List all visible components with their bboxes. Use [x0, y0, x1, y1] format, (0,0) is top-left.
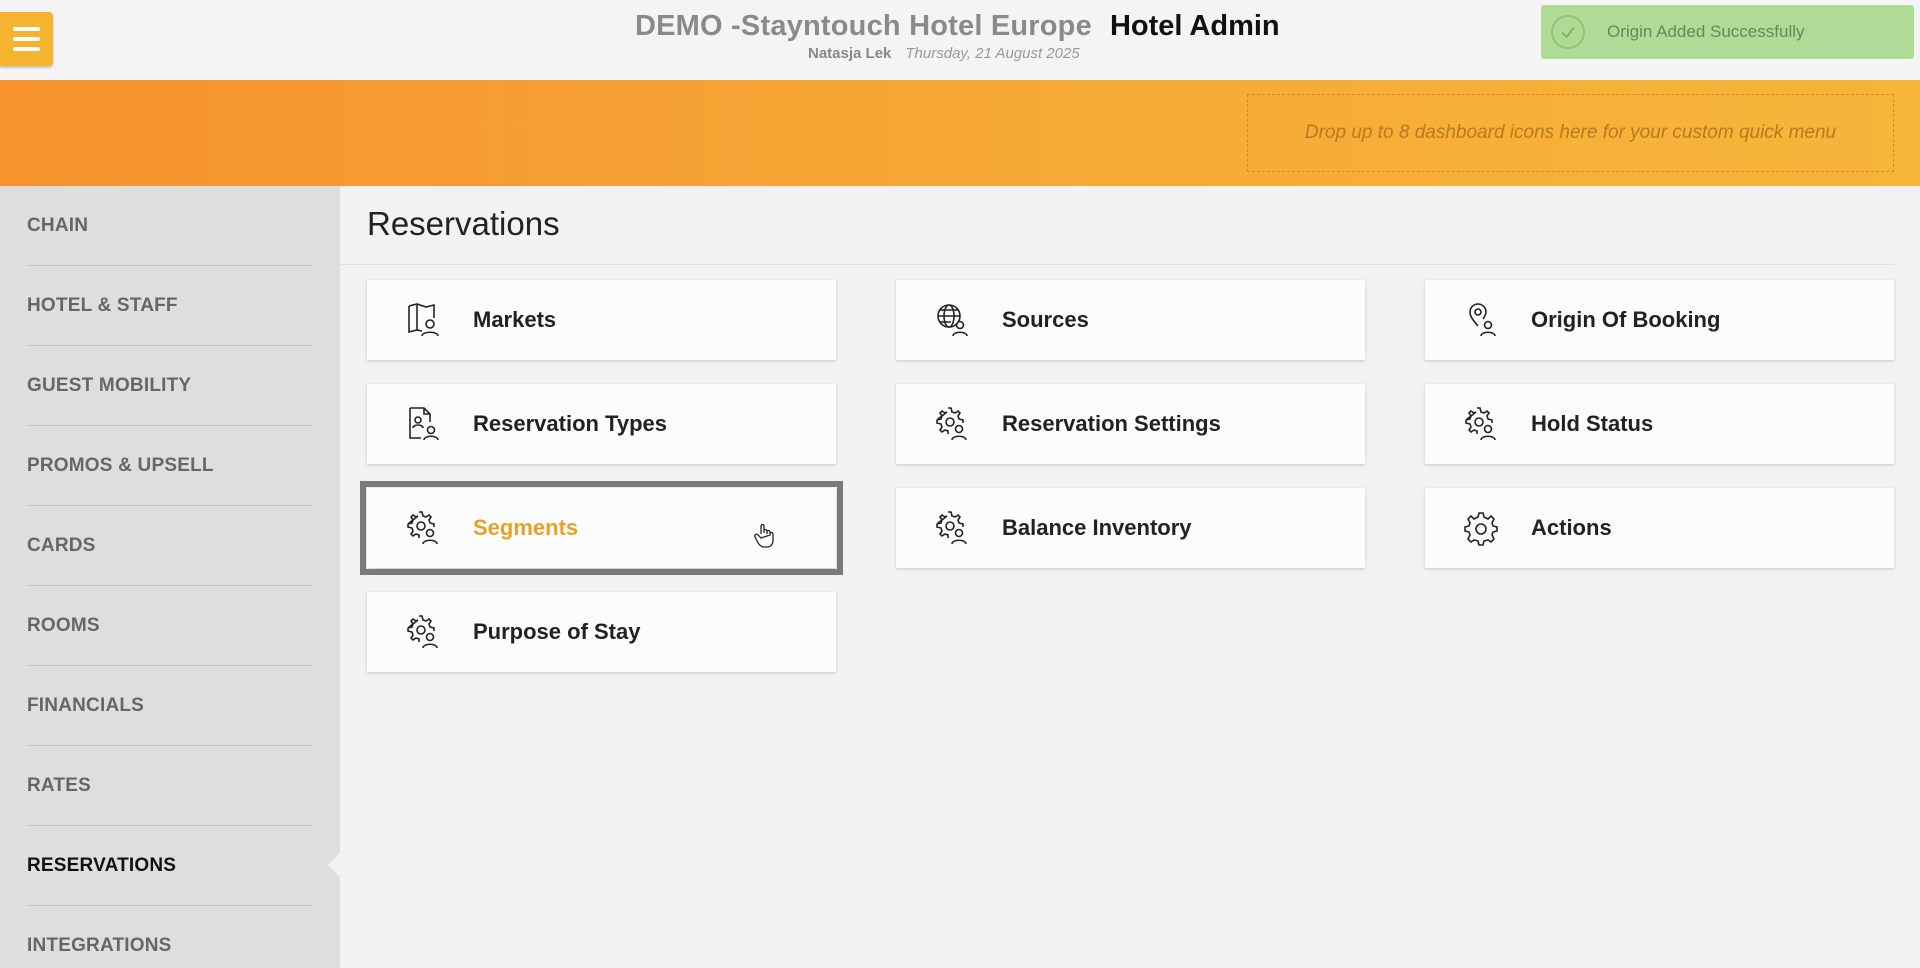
document-person-icon: [403, 404, 443, 444]
sidebar-item-label: HOTEL & STAFF: [27, 294, 178, 316]
tile-label: Reservation Settings: [1002, 411, 1221, 436]
sidebar-item-label: ROOMS: [27, 614, 100, 636]
sidebar: CHAIN HOTEL & STAFF GUEST MOBILITY PROMO…: [0, 186, 340, 968]
sidebar-item-integrations[interactable]: INTEGRATIONS: [27, 906, 312, 968]
gear-person-icon: [403, 508, 443, 548]
menu-line: [13, 47, 40, 51]
sidebar-item-label: RESERVATIONS: [27, 854, 177, 876]
sidebar-item-hotel-staff[interactable]: HOTEL & STAFF: [27, 266, 312, 346]
sidebar-item-rates[interactable]: RATES: [27, 746, 312, 826]
sidebar-item-reservations[interactable]: RESERVATIONS: [27, 826, 312, 906]
app-name: Hotel Admin: [1109, 10, 1280, 42]
tile-reservation-types[interactable]: Reservation Types: [367, 384, 836, 464]
active-indicator-arrow: [328, 853, 340, 877]
sidebar-item-promos-upsell[interactable]: PROMOS & UPSELL: [27, 426, 312, 506]
tile-label: Origin Of Booking: [1531, 307, 1721, 332]
tile-markets[interactable]: Markets: [367, 280, 836, 360]
sidebar-item-guest-mobility[interactable]: GUEST MOBILITY: [27, 346, 312, 426]
gear-person-icon: [403, 612, 443, 652]
check-circle-icon: [1551, 15, 1585, 49]
tile-label: Reservation Types: [473, 411, 668, 436]
tile-label: Markets: [473, 307, 557, 332]
dropzone-text: Drop up to 8 dashboard icons here for yo…: [1304, 122, 1837, 143]
quick-menu-banner: Drop up to 8 dashboard icons here for yo…: [0, 80, 1920, 186]
sidebar-item-label: PROMOS & UPSELL: [27, 454, 214, 476]
tile-origin-of-booking[interactable]: Origin Of Booking: [1425, 280, 1894, 360]
quick-menu-dropzone[interactable]: Drop up to 8 dashboard icons here for yo…: [1247, 94, 1894, 172]
menu-line: [13, 27, 40, 31]
tile-label: Actions: [1531, 515, 1612, 540]
tile-hold-status[interactable]: Hold Status: [1425, 384, 1894, 464]
sidebar-item-financials[interactable]: FINANCIALS: [27, 666, 312, 746]
user-name: Natasja Lek: [808, 45, 892, 62]
sidebar-item-label: CHAIN: [27, 214, 89, 236]
hotel-name: DEMO -Stayntouch Hotel Europe: [635, 10, 1092, 42]
sidebar-item-label: INTEGRATIONS: [27, 934, 172, 956]
map-person-icon: [403, 300, 443, 340]
sidebar-item-cards[interactable]: CARDS: [27, 506, 312, 586]
gear-person-icon: [932, 508, 972, 548]
sidebar-item-label: CARDS: [27, 534, 96, 556]
current-date: Thursday, 21 August 2025: [905, 45, 1080, 62]
tile-purpose-of-stay[interactable]: Purpose of Stay: [367, 592, 836, 672]
globe-person-icon: [932, 300, 972, 340]
tile-sources[interactable]: Sources: [896, 280, 1365, 360]
tile-balance-inventory[interactable]: Balance Inventory: [896, 488, 1365, 568]
header-subline: Natasja Lek Thursday, 21 August 2025: [808, 45, 1080, 62]
gear-person-icon: [1461, 404, 1501, 444]
success-toast[interactable]: Origin Added Successfully: [1541, 5, 1914, 59]
tile-label: Sources: [1002, 307, 1089, 332]
header-title: DEMO -Stayntouch Hotel Europe Hotel Admin: [635, 10, 1280, 43]
tile-label: Balance Inventory: [1002, 515, 1192, 540]
hamburger-menu-button[interactable]: [0, 12, 53, 66]
menu-line: [13, 37, 40, 41]
tile-actions[interactable]: Actions: [1425, 488, 1894, 568]
tile-label: Segments: [473, 515, 579, 540]
tile-reservation-settings[interactable]: Reservation Settings: [896, 384, 1365, 464]
sidebar-item-rooms[interactable]: ROOMS: [27, 586, 312, 666]
gear-icon: [1461, 508, 1501, 548]
top-bar: DEMO -Stayntouch Hotel Europe Hotel Admin…: [0, 0, 1920, 80]
tile-label: Hold Status: [1531, 411, 1654, 436]
pin-person-icon: [1461, 300, 1501, 340]
sidebar-item-label: RATES: [27, 774, 91, 796]
sidebar-item-label: FINANCIALS: [27, 694, 145, 716]
hand-cursor-icon: [754, 523, 776, 549]
page-title: Reservations: [367, 205, 560, 242]
title-divider: [340, 264, 1895, 265]
sidebar-item-chain[interactable]: CHAIN: [27, 186, 312, 266]
sidebar-item-label: GUEST MOBILITY: [27, 374, 192, 396]
tile-label: Purpose of Stay: [473, 619, 641, 644]
gear-person-icon: [932, 404, 972, 444]
toast-message: Origin Added Successfully: [1607, 22, 1805, 41]
